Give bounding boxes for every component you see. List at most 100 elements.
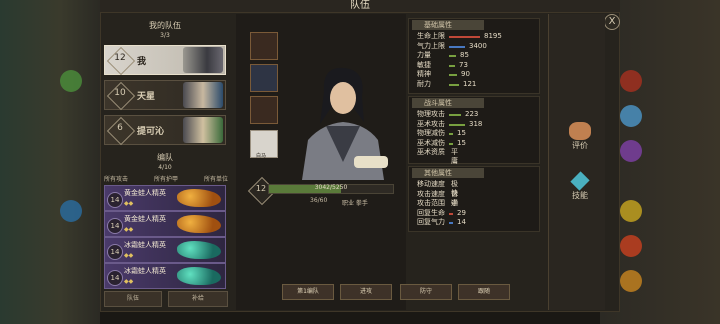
stat-value: 85 — [460, 51, 469, 60]
formation-count: 4/10 — [158, 164, 172, 171]
unit-stars: ◆◆ — [124, 200, 134, 207]
stat-label: 攻击范围 — [417, 199, 445, 208]
member-name: 提可沁 — [137, 127, 165, 137]
unit-name: 冰霜蛙人精英 — [124, 267, 166, 275]
stat-value: 73 — [459, 60, 468, 69]
reserve-unit-card[interactable]: 14 冰霜蛙人精英 ◆◆ — [104, 263, 226, 289]
attack-button[interactable]: 进攻 — [340, 284, 392, 300]
stat-row: 攻击速度 普通 — [417, 190, 458, 207]
stat-value: 8195 — [484, 32, 502, 40]
defend-button[interactable]: 防守 — [400, 284, 452, 300]
world-orb — [620, 70, 642, 92]
unit-stars: ◆◆ — [124, 252, 134, 259]
comment-button[interactable]: 评价 — [562, 122, 598, 151]
stat-row: 移动速度 极快 — [417, 180, 458, 197]
stat-row: 回复气力 14 — [417, 218, 466, 227]
filter-armor[interactable]: 所有护甲 — [154, 174, 178, 183]
stat-label: 耐力 — [417, 80, 431, 88]
unit-level: 14 — [107, 218, 123, 234]
side-action-panel — [548, 14, 605, 310]
stat-label: 精神 — [417, 70, 431, 79]
stat-bar — [449, 123, 465, 126]
world-orb — [620, 140, 642, 162]
hp-text: 3042/5250 — [314, 184, 348, 191]
hero-portrait — [302, 67, 388, 180]
stat-label: 移动速度 — [417, 180, 445, 188]
avatar — [183, 82, 223, 108]
unit-level: 14 — [107, 270, 123, 286]
formation-header: 编队 — [157, 153, 173, 162]
stat-bar — [449, 64, 455, 67]
exp-text: 36/60 — [310, 197, 328, 204]
unit-level: 14 — [107, 244, 123, 260]
stat-value: 29 — [457, 208, 466, 217]
tab-supply[interactable]: 补给 — [168, 291, 228, 307]
world-orb — [60, 70, 82, 92]
stat-row: 物理减伤 15 — [417, 129, 466, 138]
world-orb — [620, 200, 642, 222]
team-header: 我的队伍 — [149, 21, 181, 30]
reserve-unit-card[interactable]: 14 黄金蛙人精英 ◆◆ — [104, 185, 226, 211]
close-icon[interactable]: X — [604, 14, 620, 30]
stat-row: 巫术减伤 15 — [417, 139, 466, 148]
stat-row: 敏捷 73 — [417, 61, 468, 70]
golden-frog-icon — [177, 189, 221, 207]
golden-frog-icon — [177, 215, 221, 233]
world-orb — [60, 200, 82, 222]
stat-bar — [449, 84, 459, 86]
member-level: 12 — [114, 53, 126, 63]
unit-name: 冰霜蛙人精英 — [124, 241, 166, 249]
team-member-card[interactable]: 10 天星 — [104, 80, 226, 111]
accessory-slot-icon[interactable] — [250, 96, 278, 124]
unit-name: 黄金蛙人精英 — [124, 215, 166, 223]
armor-slot-icon[interactable] — [250, 64, 278, 92]
stat-label: 生命上限 — [417, 32, 445, 40]
stat-bar — [449, 74, 457, 77]
stat-label: 力量 — [417, 51, 431, 60]
stat-bar — [449, 222, 453, 225]
crystal-icon — [570, 171, 590, 191]
unit-stars: ◆◆ — [124, 226, 134, 233]
stat-label: 回复生命 — [417, 208, 445, 217]
reserve-unit-card[interactable]: 14 冰霜蛙人精英 ◆◆ — [104, 237, 226, 263]
stat-bar — [449, 142, 453, 145]
stat-row: 巫术攻击 318 — [417, 120, 482, 129]
frost-frog-icon — [177, 241, 221, 259]
stat-value: 121 — [463, 80, 477, 88]
tab-team[interactable]: 队伍 — [104, 291, 162, 307]
filter-attack[interactable]: 所有攻击 — [104, 174, 128, 183]
stat-bar — [449, 45, 465, 48]
member-level: 10 — [114, 88, 126, 98]
skills-button[interactable]: 技能 — [562, 171, 598, 201]
weapon-slot-icon[interactable] — [250, 32, 278, 60]
team-member-card[interactable]: 6 提可沁 — [104, 115, 226, 146]
stat-bar — [449, 133, 453, 136]
formation-select[interactable]: 第1编队 — [282, 284, 334, 300]
stat-row: 耐力 121 — [417, 80, 476, 89]
combat-stats-title: 战斗属性 — [412, 98, 484, 108]
frost-frog-icon — [177, 267, 221, 285]
filter-unit[interactable]: 所有单位 — [204, 174, 228, 183]
stat-value: 平庸 — [451, 148, 458, 166]
skills-label: 技能 — [572, 191, 588, 200]
world-background-left — [0, 0, 100, 324]
stat-label: 回复气力 — [417, 218, 445, 227]
stat-row: 生命上限 8195 — [417, 32, 502, 41]
stat-row: 物理攻击 223 — [417, 110, 478, 119]
stat-label: 巫术资质 — [417, 148, 445, 157]
stat-row: 巫术资质 平庸 — [417, 148, 458, 165]
basic-stats-title: 基础属性 — [412, 20, 484, 30]
reserve-unit-card[interactable]: 14 黄金蛙人精英 ◆◆ — [104, 211, 226, 237]
stat-bar — [449, 36, 480, 38]
comment-label: 评价 — [572, 141, 588, 150]
stat-row: 回复生命 29 — [417, 208, 466, 218]
stat-label: 气力上限 — [417, 41, 445, 50]
follow-button[interactable]: 跟随 — [458, 284, 510, 300]
stat-row: 精神 90 — [417, 70, 470, 79]
world-orb — [620, 105, 642, 127]
stat-bar — [449, 55, 456, 58]
formation-filters: 所有攻击 所有护甲 所有单位 — [104, 174, 228, 183]
stat-value: 14 — [457, 218, 466, 227]
team-member-card[interactable]: 12 我 — [104, 45, 226, 76]
stat-bar — [449, 114, 461, 116]
